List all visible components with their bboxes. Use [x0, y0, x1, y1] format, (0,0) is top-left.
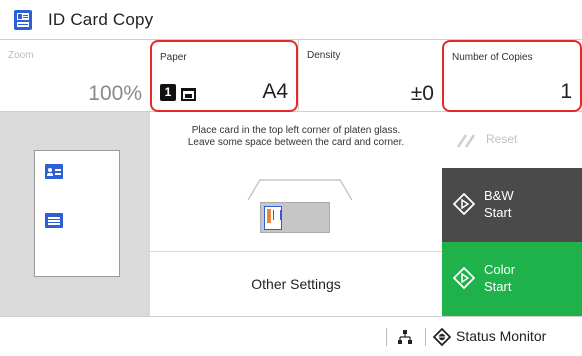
- zoom-setting: Zoom 100%: [0, 40, 150, 112]
- density-label: Density: [307, 50, 341, 61]
- start-icon: [453, 193, 475, 215]
- density-setting-button[interactable]: Density ±0: [298, 40, 442, 112]
- reset-button[interactable]: Reset: [442, 112, 582, 168]
- layout-preview-panel: [0, 112, 150, 316]
- status-divider: [386, 328, 387, 346]
- copy-screen: ID Card Copy Zoom 100% Paper 1 A4 Densit…: [0, 0, 582, 356]
- id-card-copy-icon: [14, 10, 32, 30]
- preview-page: [34, 150, 120, 277]
- paper-size-value: A4: [262, 80, 288, 103]
- network-icon[interactable]: [397, 329, 413, 345]
- paper-tray-icon: [181, 88, 196, 101]
- copies-label: Number of Copies: [452, 52, 533, 63]
- title-bar: ID Card Copy: [0, 0, 582, 40]
- density-value: ±0: [410, 82, 434, 105]
- instruction-line-2: Leave some space between the card and co…: [187, 137, 405, 148]
- page-title: ID Card Copy: [48, 10, 154, 29]
- paper-label: Paper: [160, 52, 187, 63]
- placement-instructions: Place card in the top left corner of pla…: [150, 125, 442, 149]
- color-start-button[interactable]: Color Start: [442, 242, 582, 316]
- reset-label: Reset: [486, 132, 518, 146]
- placed-card-icon: [264, 206, 282, 230]
- platen-glass-illustration: [246, 178, 354, 240]
- other-settings-button[interactable]: Other Settings: [150, 252, 442, 316]
- settings-row: Zoom 100% Paper 1 A4 Density ±0 Number o…: [0, 40, 582, 112]
- bw-label: B&W: [484, 188, 514, 203]
- instruction-panel: Place card in the top left corner of pla…: [150, 112, 442, 252]
- zoom-label: Zoom: [8, 50, 34, 61]
- status-divider: [425, 328, 426, 346]
- copies-setting-button[interactable]: Number of Copies 1: [442, 40, 582, 112]
- card-back-icon: [45, 213, 63, 228]
- bw-start-label: Start: [484, 205, 512, 220]
- copies-value: 1: [560, 80, 572, 103]
- instruction-line-1: Place card in the top left corner of pla…: [191, 125, 401, 136]
- start-icon: [453, 267, 475, 289]
- platen-glass: [260, 202, 330, 233]
- color-label: Color: [484, 262, 516, 277]
- status-monitor-button[interactable]: Status Monitor: [456, 328, 546, 344]
- status-monitor-icon: [433, 328, 451, 346]
- bw-start-button[interactable]: B&W Start: [442, 168, 582, 242]
- color-start-label: Start: [484, 279, 512, 294]
- reset-icon: [456, 134, 476, 148]
- zoom-value: 100%: [88, 82, 142, 105]
- tray-number-badge: 1: [160, 84, 176, 101]
- card-front-icon: [45, 164, 63, 179]
- status-bar: Status Monitor: [0, 316, 582, 356]
- paper-setting-button[interactable]: Paper 1 A4: [150, 40, 298, 112]
